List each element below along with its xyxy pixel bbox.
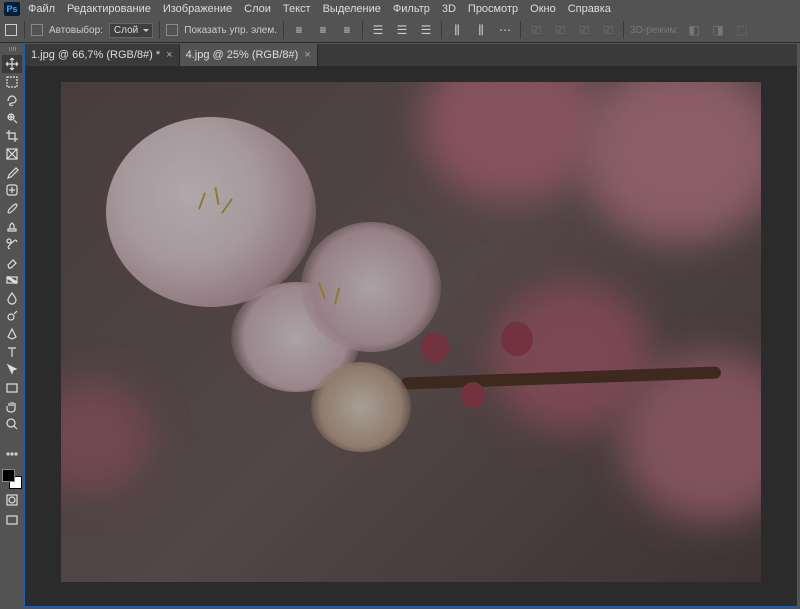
clone-stamp-tool[interactable]	[2, 217, 22, 235]
mode-3-icon[interactable]: ⬚	[733, 21, 751, 39]
document-tabs: 1.jpg @ 66,7% (RGB/8#) *×4.jpg @ 25% (RG…	[25, 44, 797, 66]
path-select-tool[interactable]	[2, 361, 22, 379]
arrange-1-icon[interactable]: ⎚	[527, 21, 545, 39]
blur-tool[interactable]	[2, 289, 22, 307]
menu-просмотр[interactable]: Просмотр	[462, 1, 524, 17]
marquee-tool[interactable]	[2, 73, 22, 91]
options-bar: Автовыбор: Слой Показать упр. элем. ≡ ≡ …	[0, 18, 800, 43]
more-align-icon[interactable]: ⋯	[496, 21, 514, 39]
dodge-tool[interactable]	[2, 307, 22, 325]
healing-brush-tool[interactable]	[2, 181, 22, 199]
panel-grip-icon[interactable]	[3, 47, 21, 53]
quick-mask-button[interactable]	[2, 491, 22, 509]
autoselect-checkbox[interactable]	[31, 24, 43, 36]
align-right-icon[interactable]: ≡	[338, 21, 356, 39]
menu-редактирование[interactable]: Редактирование	[61, 1, 157, 17]
menu-файл[interactable]: Файл	[22, 1, 61, 17]
menu-выделение[interactable]: Выделение	[317, 1, 387, 17]
dist-v-icon[interactable]: ⫼	[472, 21, 490, 39]
menu-фильтр[interactable]: Фильтр	[387, 1, 436, 17]
type-tool[interactable]	[2, 343, 22, 361]
move-tool-icon	[4, 23, 18, 37]
layer-select[interactable]: Слой	[109, 23, 153, 38]
mode-2-icon[interactable]: ◨	[709, 21, 727, 39]
document-canvas[interactable]	[61, 82, 761, 582]
menu-окно[interactable]: Окно	[524, 1, 562, 17]
menu-3d[interactable]: 3D	[436, 1, 462, 17]
eyedropper-tool[interactable]	[2, 163, 22, 181]
arrange-2-icon[interactable]: ⎚	[551, 21, 569, 39]
menu-bar: Ps ФайлРедактированиеИзображениеСлоиТекс…	[0, 0, 800, 18]
align-left-icon[interactable]: ≡	[290, 21, 308, 39]
quick-select-tool[interactable]	[2, 109, 22, 127]
edit-toolbar-button[interactable]	[2, 445, 22, 463]
gradient-tool[interactable]	[2, 271, 22, 289]
tab-close-icon[interactable]: ×	[166, 49, 172, 61]
app-logo-icon: Ps	[4, 2, 20, 16]
dist-h-icon[interactable]: ⫼	[448, 21, 466, 39]
hand-tool[interactable]	[2, 397, 22, 415]
pen-tool[interactable]	[2, 325, 22, 343]
align-bottom-icon[interactable]: ☰	[417, 21, 435, 39]
show-controls-checkbox[interactable]	[166, 24, 178, 36]
menu-изображение[interactable]: Изображение	[157, 1, 238, 17]
move-tool[interactable]	[2, 55, 22, 73]
tools-panel	[0, 43, 24, 607]
canvas-area[interactable]	[25, 66, 797, 606]
lasso-tool[interactable]	[2, 91, 22, 109]
zoom-tool[interactable]	[2, 415, 22, 433]
crop-tool[interactable]	[2, 127, 22, 145]
screen-mode-button[interactable]	[2, 511, 22, 529]
show-controls-label: Показать упр. элем.	[184, 25, 277, 36]
menu-справка[interactable]: Справка	[562, 1, 617, 17]
arrange-3-icon[interactable]: ⎚	[575, 21, 593, 39]
frame-tool[interactable]	[2, 145, 22, 163]
eraser-tool[interactable]	[2, 253, 22, 271]
document-tab-1[interactable]: 4.jpg @ 25% (RGB/8#) ×	[180, 44, 318, 66]
align-top-icon[interactable]: ☰	[369, 21, 387, 39]
tab-label: 4.jpg @ 25% (RGB/8#)	[186, 49, 299, 61]
align-center-v-icon[interactable]: ☰	[393, 21, 411, 39]
autoselect-label: Автовыбор:	[49, 25, 103, 36]
tab-label: 1.jpg @ 66,7% (RGB/8#) *	[31, 49, 160, 61]
mode-label: 3D-режим:	[630, 25, 679, 36]
menu-текст[interactable]: Текст	[277, 1, 317, 17]
history-brush-tool[interactable]	[2, 235, 22, 253]
menu-слои[interactable]: Слои	[238, 1, 277, 17]
brush-tool[interactable]	[2, 199, 22, 217]
color-swatches[interactable]	[2, 469, 22, 489]
rectangle-tool[interactable]	[2, 379, 22, 397]
align-center-h-icon[interactable]: ≡	[314, 21, 332, 39]
tab-close-icon[interactable]: ×	[304, 49, 310, 61]
mode-1-icon[interactable]: ◧	[685, 21, 703, 39]
document-tab-0[interactable]: 1.jpg @ 66,7% (RGB/8#) * ×	[25, 44, 180, 66]
arrange-4-icon[interactable]: ⎚	[599, 21, 617, 39]
work-area: 1.jpg @ 66,7% (RGB/8#) *×4.jpg @ 25% (RG…	[24, 43, 798, 607]
